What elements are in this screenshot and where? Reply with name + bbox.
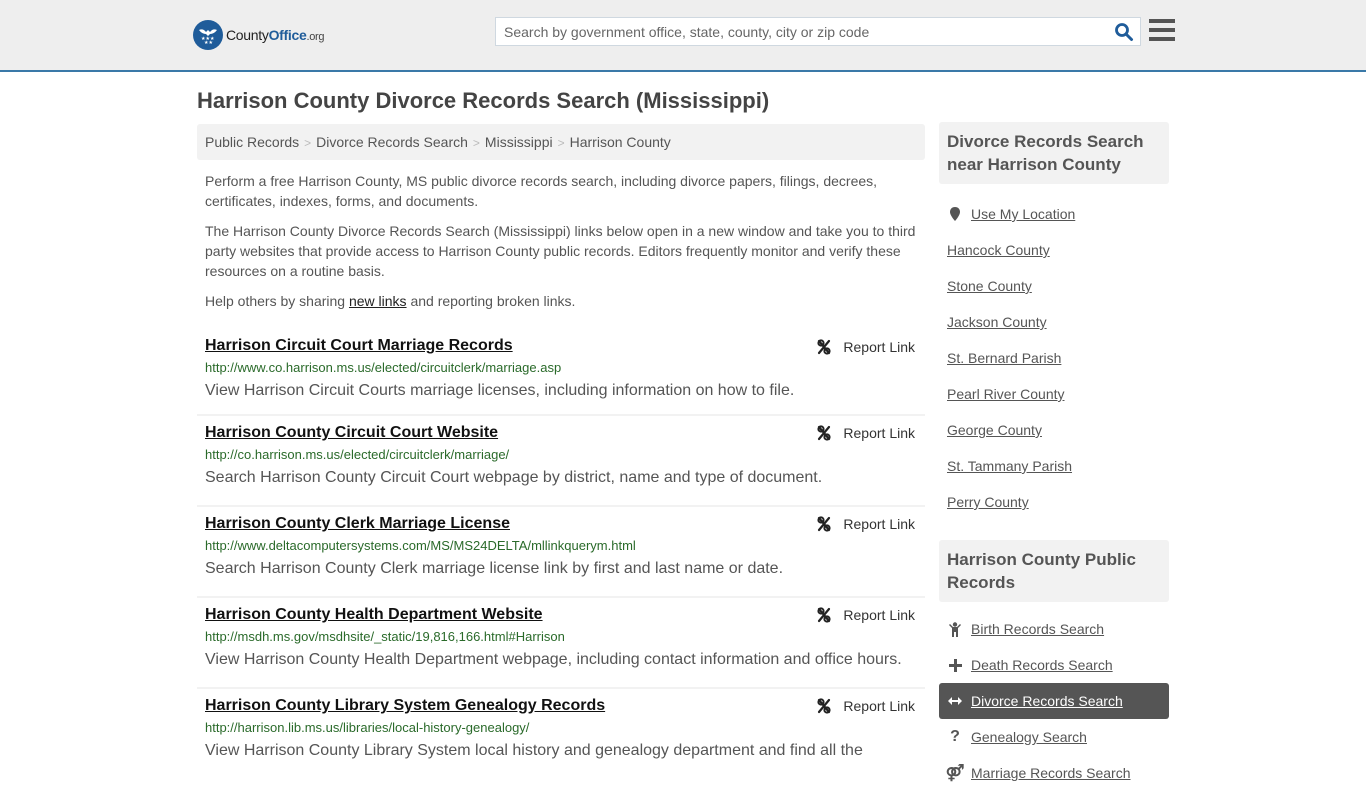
sidebar-item-divorce-records[interactable]: Divorce Records Search (939, 683, 1169, 719)
intro-text: Perform a free Harrison County, MS publi… (197, 171, 925, 311)
page-title: Harrison County Divorce Records Search (… (197, 88, 770, 113)
result-url: http://www.deltacomputersystems.com/MS/M… (205, 538, 636, 553)
nearby-item-pearl-river-county[interactable]: Pearl River County (939, 376, 1169, 412)
public-records-heading: Harrison County Public Records (939, 540, 1169, 602)
result-description: Search Harrison County Circuit Court web… (205, 469, 823, 486)
result-url: http://co.harrison.ms.us/elected/circuit… (205, 447, 510, 462)
nearby-item-jackson-county[interactable]: Jackson County (939, 304, 1169, 340)
nearby-list: Use My Location Hancock County Stone Cou… (939, 184, 1169, 536)
result-url: http://msdh.ms.gov/msdhsite/_static/19,8… (205, 629, 565, 644)
nearby-item-stone-county[interactable]: Stone County (939, 268, 1169, 304)
site-logo[interactable]: ★★★ ★★ CountyOffice.org (193, 20, 325, 50)
report-link-button[interactable]: Report Link (816, 516, 915, 532)
result-item: Harrison County Circuit Court Website Re… (197, 416, 925, 507)
search-box (495, 17, 1141, 46)
breadcrumb-mississippi[interactable]: Mississippi (485, 134, 553, 150)
report-link-button[interactable]: Report Link (816, 698, 915, 714)
svg-text:★★: ★★ (204, 40, 213, 46)
breadcrumb-public-records[interactable]: Public Records (205, 134, 299, 150)
baby-icon (947, 621, 963, 637)
results-list: Harrison Circuit Court Marriage Records … (197, 330, 925, 780)
hamburger-menu-icon[interactable] (1149, 19, 1175, 41)
main-content: Public Records > Divorce Records Search > Mi… (197, 124, 925, 780)
result-url: http://www.co.harrison.ms.us/elected/cir… (205, 360, 562, 375)
question-icon: ? (950, 728, 960, 745)
nearby-item-george-county[interactable]: George County (939, 412, 1169, 448)
result-description: Search Harrison County Clerk marriage li… (205, 560, 784, 577)
result-item: Harrison Circuit Court Marriage Records … (197, 330, 925, 416)
breadcrumb: Public Records > Divorce Records Search > Mi… (197, 124, 925, 160)
report-link-button[interactable]: Report Link (816, 339, 915, 355)
marriage-symbol-icon: ⚤ (945, 765, 965, 782)
result-title-link[interactable]: Harrison County Clerk Marriage License (205, 513, 510, 535)
result-description: View Harrison County Health Department w… (205, 651, 902, 668)
sidebar: Divorce Records Search near Harrison Cou… (939, 122, 1169, 807)
result-item: Harrison County Health Department Websit… (197, 598, 925, 689)
site-header: ★★★ ★★ CountyOffice.org (0, 0, 1366, 72)
use-my-location-item[interactable]: Use My Location (939, 196, 1169, 232)
report-link-button[interactable]: Report Link (816, 607, 915, 623)
map-pin-icon (947, 207, 963, 221)
use-my-location-link[interactable]: Use My Location (971, 206, 1075, 222)
result-item: Harrison County Library System Genealogy… (197, 689, 925, 780)
broken-link-icon (817, 607, 832, 623)
broken-link-icon (817, 516, 832, 532)
nearby-item-perry-county[interactable]: Perry County (939, 484, 1169, 520)
result-description: View Harrison County Library System loca… (205, 742, 863, 759)
sidebar-item-genealogy[interactable]: ? Genealogy Search (939, 719, 1169, 755)
sidebar-item-birth-records[interactable]: Birth Records Search (939, 611, 1169, 647)
report-link-button[interactable]: Report Link (816, 425, 915, 441)
nearby-item-st-tammany-parish[interactable]: St. Tammany Parish (939, 448, 1169, 484)
public-records-list: Birth Records Search Death Records Searc… (939, 602, 1169, 807)
breadcrumb-divorce-records-search[interactable]: Divorce Records Search (316, 134, 468, 150)
result-title-link[interactable]: Harrison County Circuit Court Website (205, 422, 498, 444)
breadcrumb-separator: > (304, 136, 312, 150)
arrows-left-right-icon (947, 696, 963, 706)
nearby-heading: Divorce Records Search near Harrison Cou… (939, 122, 1169, 184)
broken-link-icon (817, 425, 832, 441)
logo-text: CountyOffice.org (226, 27, 325, 43)
new-links-link[interactable]: new links (349, 293, 407, 309)
result-item: Harrison County Clerk Marriage License R… (197, 507, 925, 598)
broken-link-icon (817, 339, 832, 355)
nearby-item-hancock-county[interactable]: Hancock County (939, 232, 1169, 268)
search-input[interactable] (496, 18, 1106, 45)
result-title-link[interactable]: Harrison County Library System Genealogy… (205, 695, 605, 717)
intro-paragraph-1: Perform a free Harrison County, MS publi… (205, 173, 878, 209)
intro-paragraph-2: The Harrison County Divorce Records Sear… (205, 223, 916, 279)
eagle-logo-icon: ★★★ ★★ (193, 20, 223, 50)
search-icon[interactable] (1114, 22, 1134, 42)
nearby-item-st-bernard-parish[interactable]: St. Bernard Parish (939, 340, 1169, 376)
result-title-link[interactable]: Harrison Circuit Court Marriage Records (205, 335, 513, 357)
intro-paragraph-3: Help others by sharing new links and rep… (205, 293, 576, 309)
cross-icon (947, 658, 963, 672)
sidebar-item-marriage-records[interactable]: ⚤ Marriage Records Search (939, 755, 1169, 791)
breadcrumb-current: Harrison County (569, 134, 671, 150)
breadcrumb-separator: > (472, 136, 480, 150)
breadcrumb-separator: > (557, 136, 565, 150)
sidebar-item-death-records[interactable]: Death Records Search (939, 647, 1169, 683)
result-description: View Harrison Circuit Courts marriage li… (205, 382, 795, 399)
broken-link-icon (817, 698, 832, 714)
result-url: http://harrison.lib.ms.us/libraries/loca… (205, 720, 530, 735)
result-title-link[interactable]: Harrison County Health Department Websit… (205, 604, 543, 626)
